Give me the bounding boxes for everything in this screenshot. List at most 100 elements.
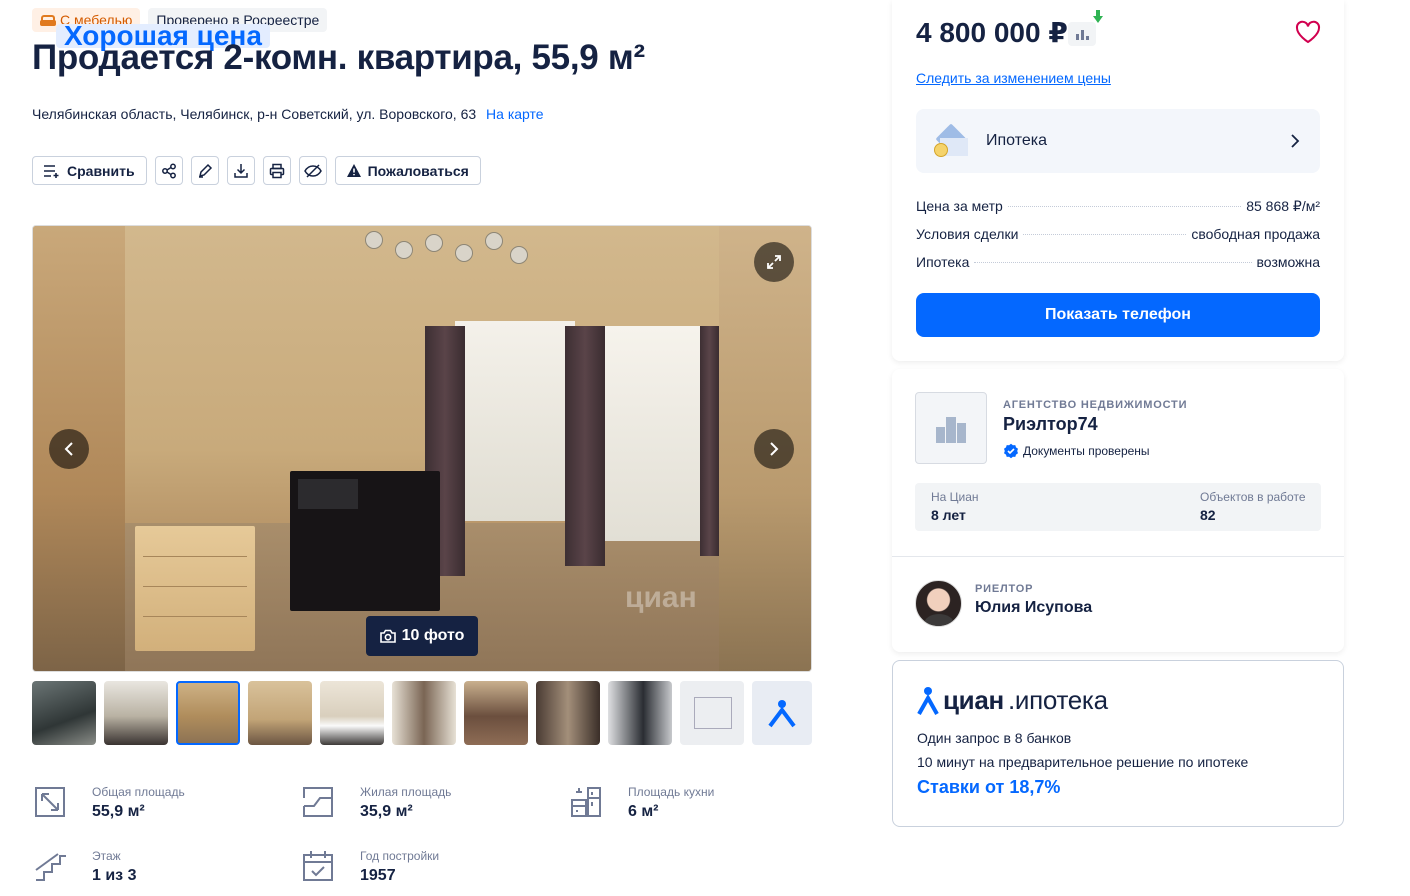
share-button[interactable] — [154, 156, 183, 185]
agent-stats: На Циан 8 лет Объектов в работе 82 — [915, 483, 1321, 531]
thumbnail-map[interactable] — [752, 681, 812, 745]
detail-value: 85 868 ₽/м² — [1246, 198, 1320, 214]
edit-button[interactable] — [190, 156, 219, 185]
report-button[interactable]: Пожаловаться — [334, 156, 481, 185]
param-kitchen-area: Площадь кухни 6 м² — [568, 784, 714, 823]
thumbnail[interactable] — [536, 681, 600, 745]
show-phone-button[interactable]: Показать телефон — [916, 293, 1320, 337]
photo-curtain — [565, 326, 605, 566]
param-label: Этаж — [92, 849, 121, 863]
detail-value: свободная продажа — [1191, 226, 1320, 242]
cian-logo-word: циан — [943, 685, 1004, 715]
print-button[interactable] — [262, 156, 291, 185]
ipoteka-card[interactable]: циан .ипотека Один запрос в 8 банков 10 м… — [892, 660, 1344, 827]
param-value: 1957 — [360, 867, 396, 884]
chevron-left-icon — [64, 442, 73, 456]
detail-label: Цена за метр — [916, 198, 1003, 214]
thumbnail[interactable] — [392, 681, 456, 745]
realtor-name[interactable]: Юлия Исупова — [975, 599, 1092, 617]
house-coin-icon — [934, 123, 968, 157]
photo-gallery[interactable]: циан 10 фото — [32, 225, 812, 672]
photo-watermark: циан — [625, 581, 697, 614]
param-total-area: Общая площадь 55,9 м² — [32, 784, 185, 823]
compare-button[interactable]: Сравнить — [32, 156, 147, 185]
thumbnail-floorplan[interactable] — [680, 681, 744, 745]
cian-ipoteka-logo: циан .ипотека — [917, 685, 1108, 716]
thumbnail[interactable] — [32, 681, 96, 745]
param-value: 6 м² — [628, 803, 659, 820]
map-link[interactable]: На карте — [486, 106, 544, 122]
mortgage-label: Ипотека — [986, 132, 1048, 149]
stat-value: 82 — [1200, 507, 1216, 523]
param-value: 1 из 3 — [92, 867, 137, 884]
param-living-area: Жилая площадь 35,9 м² — [300, 784, 451, 823]
photo-window-left — [455, 321, 575, 521]
avatar[interactable] — [915, 580, 962, 627]
thumbnail[interactable] — [104, 681, 168, 745]
kitchen-icon — [571, 787, 601, 817]
agency-logo[interactable] — [915, 392, 987, 464]
expand-icon — [767, 255, 781, 269]
thumbnail[interactable] — [608, 681, 672, 745]
verified-label: Документы проверены — [1023, 444, 1150, 458]
compare-label: Сравнить — [67, 162, 135, 179]
camera-icon — [379, 629, 396, 643]
next-photo-button[interactable] — [754, 429, 794, 469]
param-value: 35,9 м² — [360, 803, 413, 820]
verified-check-icon — [1004, 443, 1018, 459]
photo-count-button[interactable]: 10 фото — [366, 616, 478, 656]
hide-button[interactable] — [298, 156, 327, 185]
favorite-heart-icon[interactable] — [1295, 20, 1321, 44]
agency-name[interactable]: Риэлтор74 — [1003, 414, 1098, 435]
param-build-year: Год постройки 1957 — [300, 848, 439, 887]
detail-label: Ипотека — [916, 254, 970, 270]
agency-tag: АГЕНТСТВО НЕДВИЖИМОСТИ — [1003, 399, 1188, 411]
prev-photo-button[interactable] — [49, 429, 89, 469]
page-title: Продается 2-комн. квартира, 55,9 м² — [32, 38, 645, 77]
photo-count-label: 10 фото — [401, 627, 465, 644]
fullscreen-button[interactable] — [754, 242, 794, 282]
address-text: Челябинская область, Челябинск, р-н Сове… — [32, 106, 477, 122]
thumbnail-active[interactable] — [176, 681, 240, 745]
thumbnail[interactable] — [464, 681, 528, 745]
download-icon — [233, 163, 248, 178]
thumbnail[interactable] — [248, 681, 312, 745]
price: 4 800 000 ₽ — [916, 17, 1068, 48]
stat-label: Объектов в работе — [1200, 490, 1306, 504]
chevron-right-icon — [770, 442, 779, 456]
stat-value: 8 лет — [931, 507, 966, 523]
stairs-icon — [35, 853, 66, 881]
action-toolbar: Сравнить Пожаловаться — [32, 156, 481, 185]
detail-label: Условия сделки — [916, 226, 1019, 242]
divider — [892, 556, 1344, 557]
building-icon — [936, 417, 966, 443]
photo-piano — [290, 471, 440, 611]
price-history-button[interactable] — [1068, 22, 1096, 46]
stat-label: На Циан — [931, 490, 979, 504]
verified-badge: Документы проверены — [1003, 443, 1150, 459]
detail-price-per-meter: Цена за метр 85 868 ₽/м² — [916, 198, 1320, 215]
download-button[interactable] — [226, 156, 255, 185]
price-card: 4 800 000 ₽ Следить за изменением цены И… — [892, 0, 1344, 361]
photo-chandelier — [355, 226, 535, 276]
warning-icon — [346, 164, 361, 177]
mortgage-row[interactable]: Ипотека — [916, 109, 1320, 173]
ipoteka-rate-link[interactable]: Ставки от 18,7% — [917, 777, 1060, 798]
sofa-icon — [40, 14, 56, 26]
living-area-icon — [303, 787, 333, 817]
param-value: 55,9 м² — [92, 803, 145, 820]
realtor-tag: РИЕЛТОР — [975, 583, 1034, 595]
report-label: Пожаловаться — [367, 162, 469, 179]
compare-icon — [44, 164, 59, 178]
badge-row: Хорошая цена С мебелью Проверено в Росре… — [32, 8, 328, 50]
cian-logo-icon — [917, 686, 939, 715]
cian-logo-sub: .ипотека — [1007, 685, 1108, 715]
price-down-arrow-icon — [1093, 10, 1103, 23]
area-icon — [35, 787, 65, 817]
main-photo[interactable]: циан — [125, 226, 719, 671]
thumbnail[interactable] — [320, 681, 384, 745]
track-price-link[interactable]: Следить за изменением цены — [916, 70, 1111, 86]
ipoteka-line-1: Один запрос в 8 банков — [917, 730, 1072, 746]
edit-icon — [198, 163, 212, 178]
chevron-right-icon — [1291, 134, 1300, 148]
